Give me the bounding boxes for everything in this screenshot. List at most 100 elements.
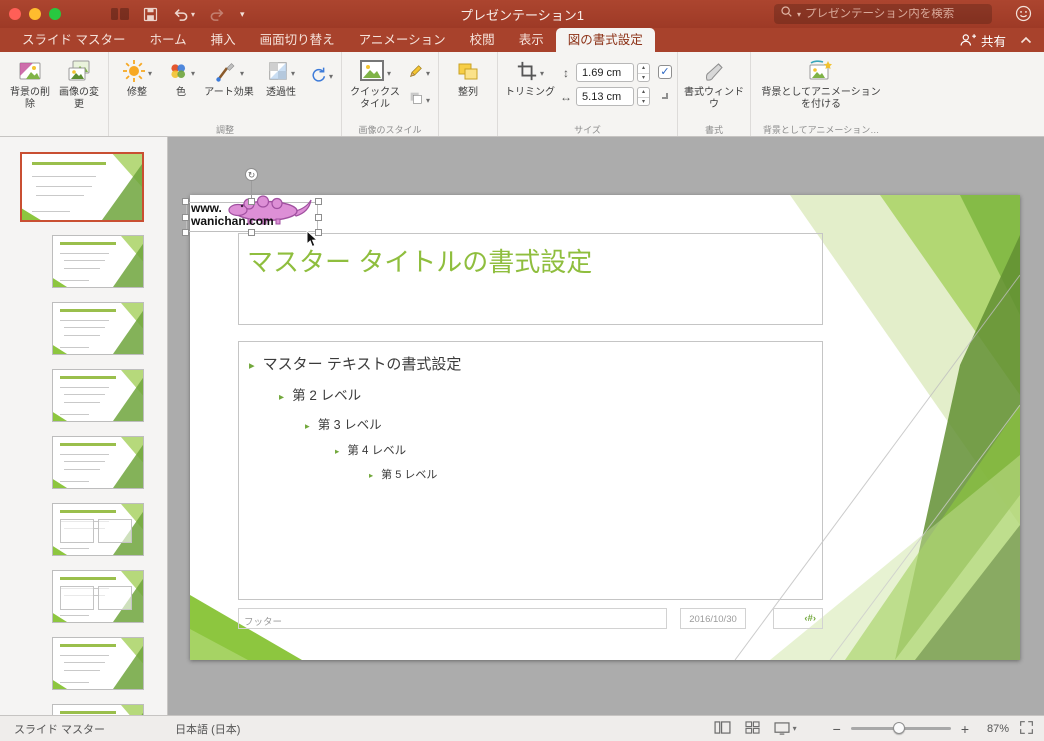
- corrections-chevron[interactable]: ▾: [148, 69, 152, 78]
- ribbon-group-arrange: 整列: [438, 52, 497, 136]
- tab-6[interactable]: 校閲: [458, 28, 507, 52]
- height-stepper-up[interactable]: ▴: [638, 64, 650, 74]
- color-palette-icon: [167, 60, 189, 87]
- crop-button[interactable]: ▾ トリミング: [503, 57, 557, 99]
- slide-thumbnail-1[interactable]: [20, 152, 144, 222]
- language-button[interactable]: 日本語 (日本): [175, 721, 240, 737]
- window-controls: [0, 8, 71, 20]
- handle-bottom-center[interactable]: [248, 229, 255, 236]
- undo-menu-chevron[interactable]: ▾: [191, 10, 195, 19]
- reset-picture-button[interactable]: ▾: [306, 57, 336, 89]
- tab-8[interactable]: 図の書式設定: [555, 28, 655, 52]
- handle-bottom-left[interactable]: [182, 229, 189, 236]
- normal-view-icon[interactable]: [714, 720, 731, 737]
- reset-picture-chevron[interactable]: ▾: [329, 72, 333, 81]
- close-button[interactable]: [9, 8, 21, 20]
- animate-as-background-button[interactable]: 背景としてアニメーションを付ける: [756, 57, 886, 110]
- width-stepper-up[interactable]: ▴: [638, 88, 650, 98]
- artistic-effects-chevron[interactable]: ▾: [240, 69, 244, 78]
- slide-thumbnail-5[interactable]: [52, 436, 144, 489]
- width-stepper[interactable]: ▴ ▾: [637, 87, 651, 107]
- height-stepper[interactable]: ▴ ▾: [637, 63, 651, 83]
- search-scope-chevron[interactable]: ▾: [797, 10, 801, 19]
- share-button[interactable]: 共有: [959, 31, 1006, 50]
- picture-effects-chevron[interactable]: ▾: [426, 96, 430, 105]
- slide-thumbnail-4[interactable]: [52, 369, 144, 422]
- corrections-button[interactable]: ▾ 修整: [114, 57, 160, 99]
- tab-5[interactable]: アニメーション: [347, 28, 458, 52]
- fit-slide-to-window-icon[interactable]: [1019, 720, 1034, 738]
- slide-thumbnail-6[interactable]: [52, 503, 144, 556]
- rotation-handle[interactable]: ↻: [245, 168, 258, 181]
- slide-thumbnail-3[interactable]: [52, 302, 144, 355]
- artistic-effects-button[interactable]: ▾ アート効果: [202, 57, 256, 99]
- search-box[interactable]: ▾: [774, 4, 992, 24]
- tab-3[interactable]: 挿入: [199, 28, 248, 52]
- color-button[interactable]: ▾ 色: [162, 57, 200, 99]
- zoom-out-button[interactable]: −: [833, 721, 841, 737]
- format-pane-button[interactable]: 書式ウィンドウ: [683, 57, 745, 110]
- slide-thumbnail-8[interactable]: [52, 637, 144, 690]
- handle-top-right[interactable]: [315, 198, 322, 205]
- tab-7[interactable]: 表示: [507, 28, 556, 52]
- zoom-slider[interactable]: [850, 722, 951, 734]
- toolbar-options-chevron[interactable]: ▾: [240, 9, 245, 20]
- crop-chevron[interactable]: ▾: [540, 69, 544, 78]
- zoom-slider-knob[interactable]: [892, 722, 905, 734]
- slideshow-view-button[interactable]: ▾: [774, 722, 797, 735]
- picture-effects-button[interactable]: ▾: [405, 89, 433, 112]
- transparency-chevron[interactable]: ▾: [291, 69, 295, 78]
- lock-aspect-ratio-checkbox[interactable]: ✓: [658, 65, 673, 79]
- slide[interactable]: マスター タイトルの書式設定 ▸ マスター テキストの書式設定 ▸ 第 2 レベル ▸ 第…: [190, 195, 1020, 660]
- undo-button[interactable]: ▾: [172, 7, 195, 21]
- zoom-window-button[interactable]: [49, 8, 61, 20]
- save-icon[interactable]: [143, 7, 158, 22]
- arrange-button[interactable]: 整列: [444, 57, 492, 99]
- slide-thumbnail-2[interactable]: [52, 235, 144, 288]
- bullet-level-1: ▸ マスター テキストの書式設定: [249, 353, 822, 374]
- quick-styles-button[interactable]: ▾ クイックスタイル: [347, 57, 403, 110]
- slide-thumbnail-7[interactable]: [52, 570, 144, 623]
- remove-background-button[interactable]: 背景の削除: [7, 57, 53, 110]
- ribbon-collapse-chevron[interactable]: [1020, 31, 1032, 49]
- bullet-text: 第 3 レベル: [317, 418, 382, 432]
- width-stepper-down[interactable]: ▾: [638, 98, 649, 107]
- zoom-percentage: 87%: [986, 722, 1009, 735]
- zoom-in-button[interactable]: +: [961, 721, 969, 737]
- ribbon: 背景の削除 画像の変更 ▾ 修整 ▾ 色 ▾ アート効果 ▾ 透過性 ▾ 調整 …: [0, 52, 1044, 137]
- height-stepper-down[interactable]: ▾: [638, 74, 649, 83]
- body-placeholder[interactable]: ▸ マスター テキストの書式設定 ▸ 第 2 レベル ▸ 第 3 レベル ▸ 第 4 レベル ▸…: [238, 341, 823, 600]
- shape-width-field[interactable]: 5.13 cm: [576, 87, 635, 106]
- quick-styles-icon: [359, 59, 385, 88]
- color-chevron[interactable]: ▾: [191, 69, 195, 78]
- handle-middle-left[interactable]: [182, 214, 189, 221]
- tab-4[interactable]: 画面切り替え: [248, 28, 347, 52]
- transparency-button[interactable]: ▾ 透過性: [258, 57, 304, 99]
- selected-picture[interactable]: ↻ www. wanichan.com: [182, 168, 322, 248]
- picture-border-button[interactable]: ▾: [405, 62, 433, 85]
- logo-line2: wanichan.com: [191, 214, 274, 228]
- shape-height-field[interactable]: 1.69 cm: [576, 63, 635, 82]
- ribbon-group-format: 書式ウィンドウ 書式: [677, 52, 750, 136]
- tab-2[interactable]: ホーム: [137, 28, 198, 52]
- change-picture-button[interactable]: 画像の変更: [55, 57, 103, 110]
- handle-top-center[interactable]: [248, 198, 255, 205]
- picture-border-chevron[interactable]: ▾: [426, 69, 430, 78]
- remove-background-icon: [18, 59, 42, 88]
- minimize-button[interactable]: [29, 8, 41, 20]
- feedback-smiley-icon[interactable]: [1015, 5, 1032, 27]
- handle-middle-right[interactable]: [315, 214, 322, 221]
- sidebar-toggle-icon[interactable]: [111, 7, 129, 21]
- footer-placeholder[interactable]: フッター: [238, 608, 667, 629]
- ribbon-tab-bar: スライド マスター ホーム 挿入 画面切り替え アニメーション 校閲 表示 図の書式設定 共有: [0, 28, 1044, 52]
- tab-1[interactable]: スライド マスター: [10, 28, 137, 52]
- slide-sorter-view-icon[interactable]: [745, 720, 760, 737]
- slide-thumbnail-9[interactable]: [52, 704, 144, 715]
- date-placeholder[interactable]: 2016/10/30: [680, 608, 746, 629]
- title-placeholder[interactable]: マスター タイトルの書式設定: [238, 233, 823, 325]
- search-input[interactable]: [805, 8, 986, 20]
- view-options-chevron[interactable]: ▾: [793, 724, 797, 733]
- quick-styles-chevron[interactable]: ▾: [387, 69, 391, 78]
- slide-number-placeholder[interactable]: ‹#›: [773, 608, 823, 629]
- handle-top-left[interactable]: [182, 198, 189, 205]
